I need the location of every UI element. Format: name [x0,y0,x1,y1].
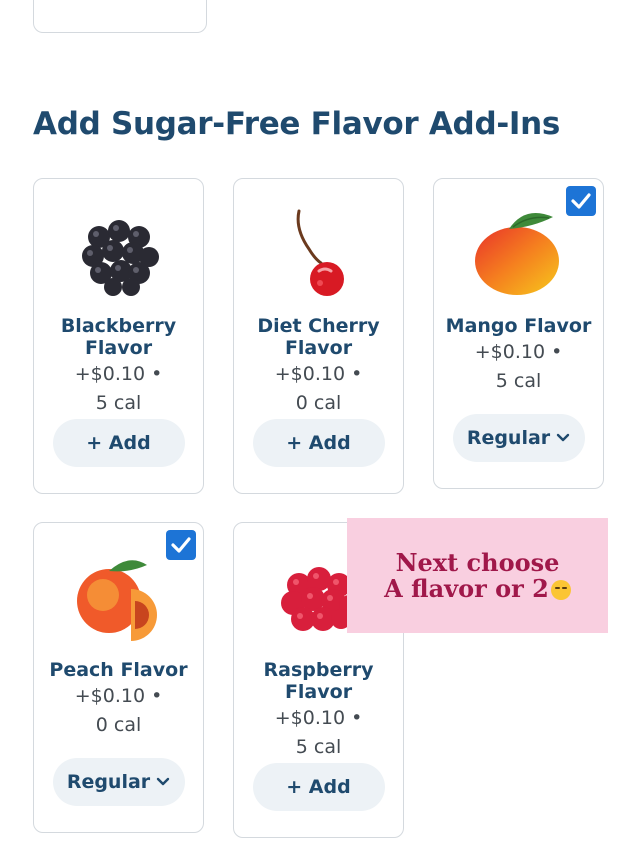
flavor-name: Diet Cherry Flavor [257,315,380,359]
flavor-card-mango[interactable]: Mango Flavor +$0.10 • 5 cal Regular [433,178,604,489]
blackberry-image [81,220,159,296]
flavor-card-peach[interactable]: Peach Flavor +$0.10 • 0 cal Regular [33,522,204,833]
cherry-image [296,209,344,296]
add-button[interactable]: + Add [252,763,385,811]
quantity-select[interactable]: Regular [452,414,585,462]
checkmark-icon [571,193,591,209]
select-value: Regular [66,771,151,793]
flavor-price: +$0.10 • [74,363,163,385]
shushing-face-emoji-icon [550,579,571,600]
add-button[interactable]: + Add [252,419,385,467]
checkmark-icon [171,537,191,553]
mango-image [474,213,559,295]
flavor-calories: 0 cal [295,392,342,414]
flavor-price: +$0.10 • [274,707,363,729]
flavor-calories: 5 cal [95,392,142,414]
quantity-select[interactable]: Regular [52,758,185,806]
select-value: Regular [466,427,551,449]
checkbox-checked[interactable] [566,186,596,216]
chevron-down-icon [156,777,170,786]
flavor-calories: 5 cal [495,370,542,392]
flavor-card-blackberry[interactable]: Blackberry Flavor +$0.10 • 5 cal + Add [33,178,204,494]
flavor-price: +$0.10 • [474,341,563,363]
flavor-price: +$0.10 • [74,685,163,707]
flavor-name: Raspberry Flavor [263,659,374,703]
previous-card-bottom [33,0,207,33]
flavor-calories: 0 cal [95,714,142,736]
section-title: Add Sugar-Free Flavor Add-Ins [33,106,561,142]
flavor-name: Peach Flavor [49,659,188,681]
flavor-calories: 5 cal [295,736,342,758]
flavor-name: Blackberry Flavor [60,315,177,359]
annotation-line-1: Next choose [395,547,560,577]
flavor-name: Mango Flavor [445,315,592,337]
flavor-price: +$0.10 • [274,363,363,385]
peach-image [76,560,157,641]
flavor-card-diet-cherry[interactable]: Diet Cherry Flavor +$0.10 • 0 cal + Add [233,178,404,494]
annotation-overlay: Next choose A flavor or 2 [347,518,608,633]
add-button[interactable]: + Add [52,419,185,467]
checkbox-checked[interactable] [166,530,196,560]
annotation-line-2-wrap: A flavor or 2 [384,573,571,603]
chevron-down-icon [556,433,570,442]
annotation-line-2: A flavor or 2 [384,573,549,603]
